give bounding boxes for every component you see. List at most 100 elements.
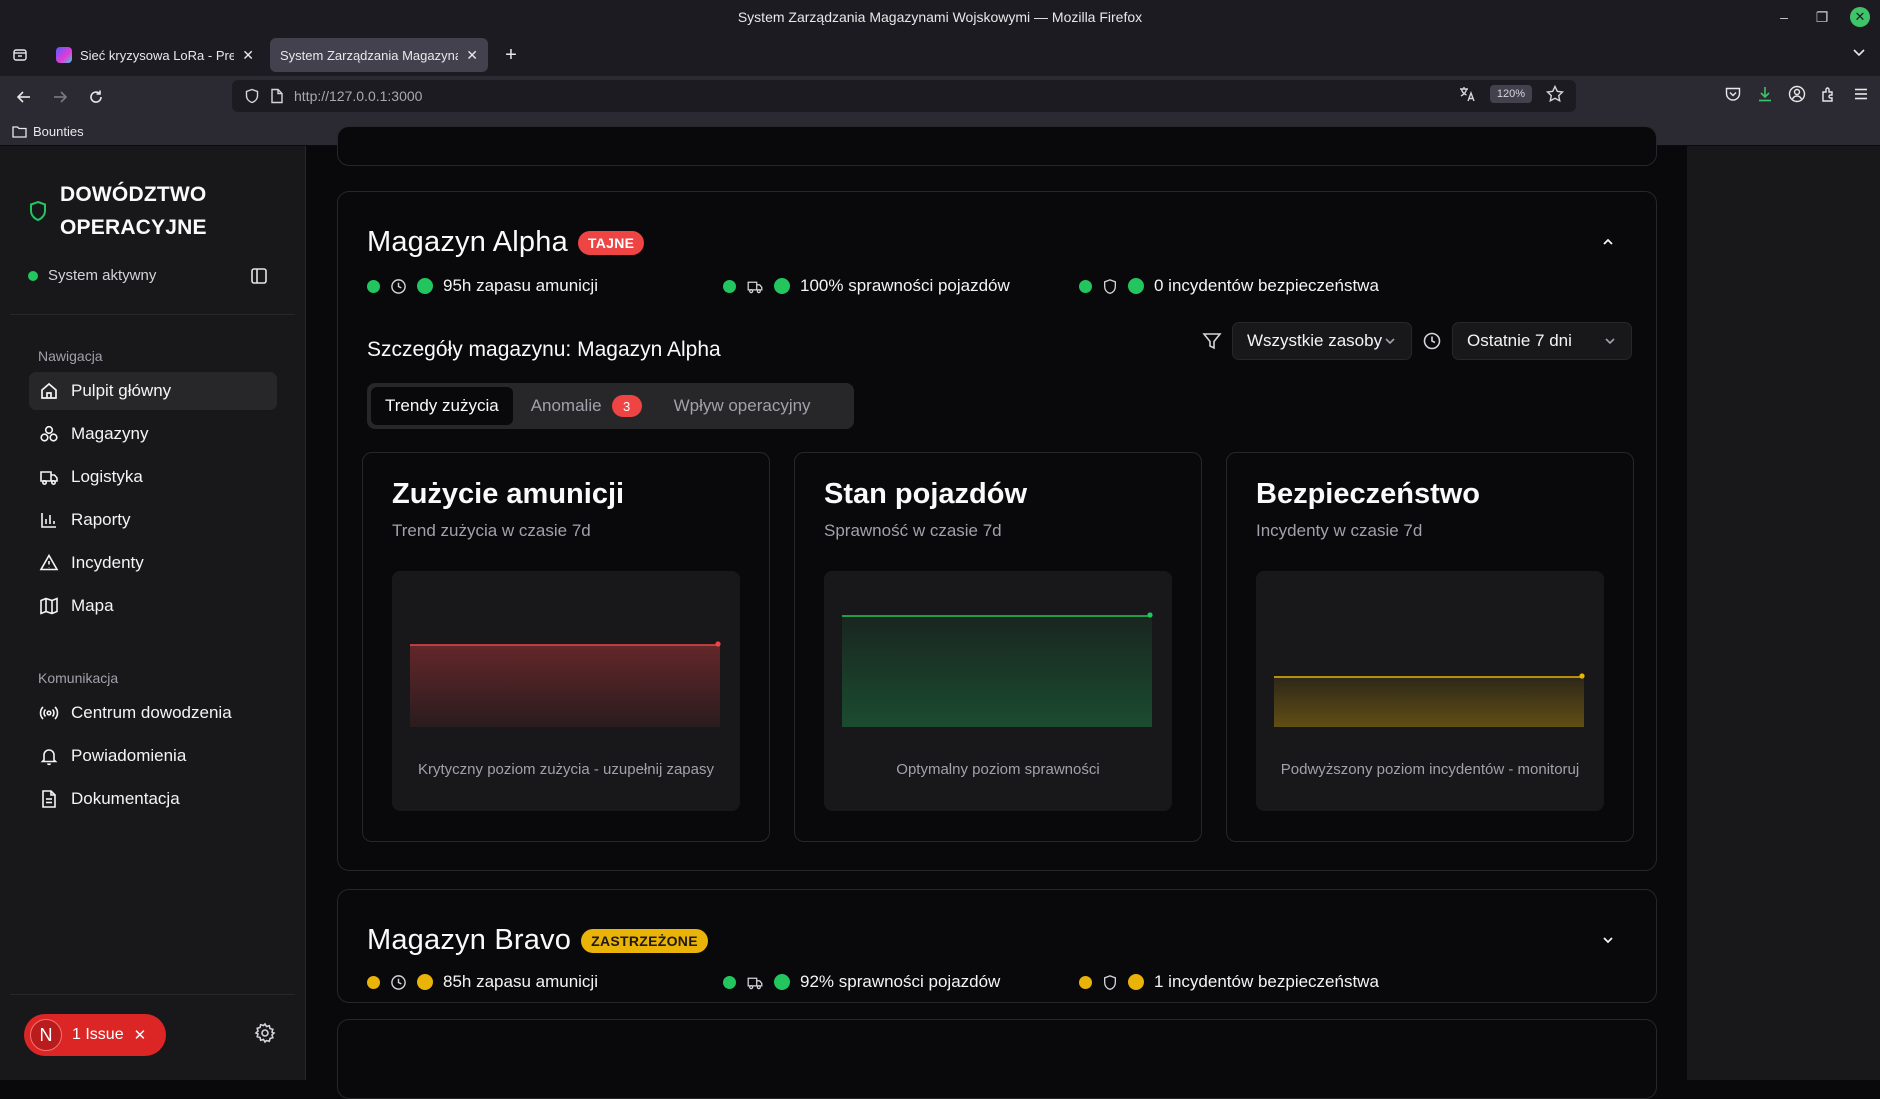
issues-badge-button[interactable]: N 1 Issue ✕ bbox=[24, 1014, 166, 1056]
menu-hamburger-icon[interactable] bbox=[1852, 85, 1870, 103]
expand-chevron-icon[interactable] bbox=[1600, 932, 1616, 948]
translate-icon[interactable] bbox=[1458, 85, 1476, 103]
bookmark-star-icon[interactable] bbox=[1546, 85, 1564, 103]
collapse-chevron-icon[interactable] bbox=[1600, 234, 1616, 250]
sidebar-item-label: Centrum dowodzenia bbox=[71, 703, 232, 722]
panel-security: Bezpieczeństwo Incydenty w czasie 7d Pod… bbox=[1226, 452, 1634, 842]
sidebar-item-label: Pulpit główny bbox=[71, 381, 172, 400]
browser-tab-lora[interactable]: Sieć kryzysowa LoRa - Prese ✕ bbox=[46, 38, 264, 72]
sidebar-item-reports[interactable]: Raporty bbox=[29, 501, 277, 539]
green-circle-icon bbox=[774, 974, 790, 990]
tab-close-icon[interactable]: ✕ bbox=[242, 47, 254, 64]
gear-icon[interactable] bbox=[254, 1022, 276, 1044]
sidebar-item-map[interactable]: Mapa bbox=[29, 587, 277, 625]
clock-icon bbox=[1423, 332, 1441, 350]
restore-icon[interactable]: ❐ bbox=[1812, 7, 1832, 27]
pocket-icon[interactable] bbox=[1724, 85, 1742, 103]
sidebar: DOWÓDZTWO OPERACYJNE System aktywny Nawi… bbox=[0, 146, 306, 1080]
forward-icon[interactable] bbox=[42, 79, 78, 115]
sidebar-item-label: Incydenty bbox=[71, 553, 144, 572]
panel-title: Bezpieczeństwo bbox=[1256, 478, 1480, 510]
warehouse-metrics: 95h zapasu amunicji 100% sprawności poja… bbox=[367, 276, 1607, 300]
bar-chart-icon bbox=[41, 513, 56, 528]
list-all-tabs-icon[interactable] bbox=[1852, 46, 1866, 60]
downloads-icon[interactable] bbox=[1756, 85, 1774, 103]
tab-title: System Zarządzania Magazynami bbox=[280, 47, 459, 63]
page-info-icon[interactable] bbox=[270, 88, 284, 104]
sidebar-item-logistics[interactable]: Logistyka bbox=[29, 458, 277, 496]
status-dot bbox=[723, 975, 736, 989]
tab-overview-icon[interactable] bbox=[0, 34, 40, 76]
sidebar-toggle-icon[interactable] bbox=[250, 267, 268, 285]
brand: DOWÓDZTWO OPERACYJNE bbox=[28, 178, 207, 244]
bell-icon bbox=[40, 749, 58, 766]
chart-note: Podwyższony poziom incydentów - monitoru… bbox=[1280, 761, 1580, 778]
sidebar-item-label: Logistyka bbox=[71, 467, 143, 486]
right-gutter bbox=[1687, 146, 1880, 1080]
ammo-trend-chart: Krytyczny poziom zużycia - uzupełnij zap… bbox=[392, 571, 740, 811]
panel-title: Zużycie amunicji bbox=[392, 478, 625, 510]
filter-icon bbox=[1202, 333, 1222, 350]
tab-anomalies[interactable]: Anomalie 3 bbox=[517, 387, 656, 425]
reload-icon[interactable] bbox=[78, 79, 114, 115]
url-text[interactable]: http://127.0.0.1:3000 bbox=[294, 88, 422, 104]
minimize-icon[interactable]: – bbox=[1774, 7, 1794, 27]
metric-ammo-text: 85h zapasu amunicji bbox=[443, 972, 598, 991]
bookmark-bounties[interactable]: Bounties bbox=[33, 124, 84, 139]
shield-tracking-icon[interactable] bbox=[244, 88, 260, 104]
new-tab-icon[interactable]: + bbox=[494, 38, 528, 72]
warehouse-card-alpha: Magazyn Alpha TAJNE 95h zapasu amunicji … bbox=[337, 191, 1657, 871]
tab-close-icon[interactable]: ✕ bbox=[466, 47, 478, 64]
tab-bar: Sieć kryzysowa LoRa - Prese ✕ System Zar… bbox=[0, 34, 1880, 76]
sidebar-footer-divider bbox=[10, 994, 295, 995]
sidebar-item-dashboard[interactable]: Pulpit główny bbox=[29, 372, 277, 410]
sidebar-item-notifications[interactable]: Powiadomienia bbox=[29, 737, 277, 775]
metric-security-text: 0 incydentów bezpieczeństwa bbox=[1154, 276, 1379, 295]
yellow-circle-icon bbox=[1128, 974, 1144, 990]
warehouse-metrics: 85h zapasu amunicji 92% sprawności pojaz… bbox=[367, 972, 1607, 996]
resource-filter-select[interactable]: Wszystkie zasoby bbox=[1232, 322, 1412, 360]
sidebar-item-incidents[interactable]: Incydenty bbox=[29, 544, 277, 582]
shield-icon bbox=[1104, 974, 1116, 990]
tab-usage-trends[interactable]: Trendy zużycia bbox=[371, 387, 513, 425]
window-titlebar: System Zarządzania Magazynami Wojskowymi… bbox=[0, 0, 1880, 34]
map-icon bbox=[40, 597, 58, 615]
extensions-icon[interactable] bbox=[1820, 85, 1838, 103]
document-icon bbox=[42, 790, 56, 808]
warehouse-name: Magazyn Alpha bbox=[367, 226, 568, 258]
metric-security: 1 incydentów bezpieczeństwa bbox=[1079, 972, 1379, 992]
anomaly-count-badge: 3 bbox=[611, 395, 642, 417]
status-dot bbox=[367, 975, 380, 989]
metric-vehicles-text: 92% sprawności pojazdów bbox=[800, 972, 1001, 991]
browser-tab-system[interactable]: System Zarządzania Magazynami ✕ bbox=[270, 38, 488, 72]
chart-note: Optymalny poziom sprawności bbox=[896, 761, 1100, 778]
previous-card-edge bbox=[337, 126, 1657, 166]
sidebar-item-label: Dokumentacja bbox=[71, 789, 180, 808]
clock-icon bbox=[391, 278, 406, 294]
url-bar[interactable]: http://127.0.0.1:3000 120% bbox=[232, 80, 1576, 112]
zoom-level-badge[interactable]: 120% bbox=[1489, 85, 1532, 103]
warning-icon bbox=[39, 553, 59, 571]
nav-group-label: Nawigacja bbox=[38, 348, 103, 364]
clock-icon bbox=[391, 974, 406, 990]
sidebar-item-documentation[interactable]: Dokumentacja bbox=[29, 780, 277, 818]
security-trend-chart: Podwyższony poziom incydentów - monitoru… bbox=[1256, 571, 1604, 811]
close-icon[interactable]: ✕ bbox=[134, 1026, 147, 1044]
boxes-icon bbox=[40, 425, 58, 442]
period-filter-select[interactable]: Ostatnie 7 dni bbox=[1452, 322, 1632, 360]
vehicle-trend-chart: Optymalny poziom sprawności bbox=[824, 571, 1172, 811]
account-icon[interactable] bbox=[1788, 85, 1806, 103]
classification-badge: TAJNE bbox=[577, 230, 645, 255]
metric-ammo-text: 95h zapasu amunicji bbox=[443, 276, 598, 295]
trend-sparkline bbox=[1274, 673, 1585, 727]
brand-title-line1: DOWÓDZTWO bbox=[60, 183, 207, 206]
sidebar-item-warehouses[interactable]: Magazyny bbox=[29, 415, 277, 453]
green-circle-icon bbox=[417, 278, 433, 294]
back-icon[interactable] bbox=[6, 79, 42, 115]
close-window-icon[interactable]: ✕ bbox=[1850, 7, 1870, 27]
sidebar-item-command-center[interactable]: Centrum dowodzenia bbox=[29, 694, 277, 732]
main-content: Magazyn Alpha TAJNE 95h zapasu amunicji … bbox=[307, 126, 1687, 1099]
yellow-circle-icon bbox=[417, 974, 433, 990]
tab-operational-impact[interactable]: Wpływ operacyjny bbox=[660, 387, 825, 425]
window-title: System Zarządzania Magazynami Wojskowymi… bbox=[737, 9, 1143, 25]
